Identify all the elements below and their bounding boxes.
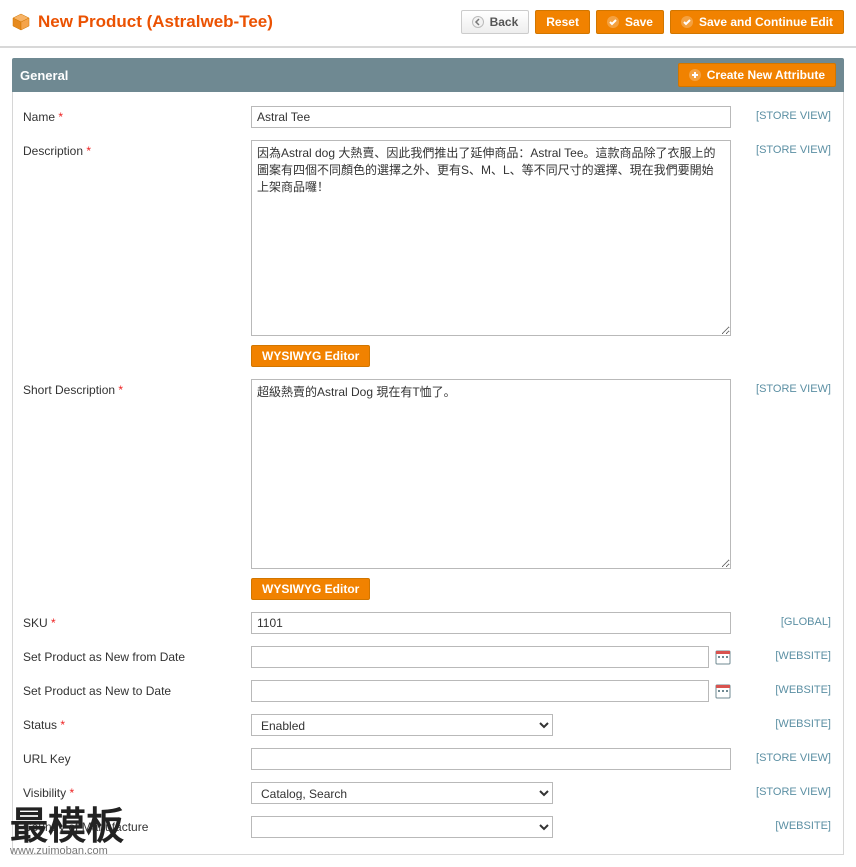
content-area: General Create New Attribute Name * [STO… (0, 58, 856, 867)
scope-country-mfr: [WEBSITE] (731, 816, 833, 832)
save-button-label: Save (625, 15, 653, 29)
label-url-key: URL Key (23, 748, 251, 766)
create-attribute-button[interactable]: Create New Attribute (678, 63, 836, 87)
product-cube-icon (12, 13, 30, 31)
create-attribute-label: Create New Attribute (707, 68, 825, 82)
back-arrow-icon (472, 16, 484, 28)
page-title-wrap: New Product (Astralweb-Tee) (12, 12, 273, 32)
row-name: Name * [STORE VIEW] (23, 106, 833, 128)
header-button-row: Back Reset Save Save and Continue Edit (461, 10, 844, 34)
check-icon (607, 16, 619, 28)
label-country-mfr: Country of Manufacture (23, 816, 251, 834)
wysiwyg-editor-button-description[interactable]: WYSIWYG Editor (251, 345, 370, 367)
label-visibility: Visibility * (23, 782, 251, 800)
description-textarea[interactable] (251, 140, 731, 336)
scope-url-key: [STORE VIEW] (731, 748, 833, 764)
row-visibility: Visibility * Catalog, Search [STORE VIEW… (23, 782, 833, 804)
name-input[interactable] (251, 106, 731, 128)
reset-button[interactable]: Reset (535, 10, 590, 34)
country-mfr-select[interactable] (251, 816, 553, 838)
row-status: Status * Enabled [WEBSITE] (23, 714, 833, 736)
label-description: Description * (23, 140, 251, 158)
wysiwyg-editor-button-short-description[interactable]: WYSIWYG Editor (251, 578, 370, 600)
save-continue-button-label: Save and Continue Edit (699, 15, 833, 29)
new-to-date-input[interactable] (251, 680, 709, 702)
check-icon (681, 16, 693, 28)
calendar-icon[interactable] (715, 649, 731, 665)
row-new-from: Set Product as New from Date [WEBSITE] (23, 646, 833, 668)
form-container: Name * [STORE VIEW] Description * WYSIWY… (12, 92, 844, 855)
sku-input[interactable] (251, 612, 731, 634)
short-description-textarea[interactable] (251, 379, 731, 569)
back-button-label: Back (490, 15, 519, 29)
row-new-to: Set Product as New to Date [WEBSITE] (23, 680, 833, 702)
section-header: General Create New Attribute (12, 58, 844, 92)
page-title-text: New Product (Astralweb-Tee) (38, 12, 273, 32)
label-new-from: Set Product as New from Date (23, 646, 251, 664)
scope-description: [STORE VIEW] (731, 140, 833, 156)
scope-new-to: [WEBSITE] (731, 680, 833, 696)
row-short-description: Short Description * WYSIWYG Editor [STOR… (23, 379, 833, 600)
section-title: General (20, 68, 68, 83)
scope-name: [STORE VIEW] (731, 106, 833, 122)
row-country-mfr: Country of Manufacture [WEBSITE] (23, 816, 833, 838)
scope-sku: [GLOBAL] (731, 612, 833, 628)
label-status: Status * (23, 714, 251, 732)
scope-visibility: [STORE VIEW] (731, 782, 833, 798)
reset-button-label: Reset (546, 15, 579, 29)
label-name: Name * (23, 106, 251, 124)
scope-short-description: [STORE VIEW] (731, 379, 833, 395)
new-from-date-input[interactable] (251, 646, 709, 668)
save-continue-button[interactable]: Save and Continue Edit (670, 10, 844, 34)
plus-icon (689, 69, 701, 81)
save-button[interactable]: Save (596, 10, 664, 34)
visibility-select[interactable]: Catalog, Search (251, 782, 553, 804)
label-short-description: Short Description * (23, 379, 251, 397)
scope-status: [WEBSITE] (731, 714, 833, 730)
back-button[interactable]: Back (461, 10, 530, 34)
label-new-to: Set Product as New to Date (23, 680, 251, 698)
row-description: Description * WYSIWYG Editor [STORE VIEW… (23, 140, 833, 367)
status-select[interactable]: Enabled (251, 714, 553, 736)
calendar-icon[interactable] (715, 683, 731, 699)
label-sku: SKU * (23, 612, 251, 630)
page-header: New Product (Astralweb-Tee) Back Reset S… (0, 0, 856, 48)
scope-new-from: [WEBSITE] (731, 646, 833, 662)
row-sku: SKU * [GLOBAL] (23, 612, 833, 634)
row-url-key: URL Key [STORE VIEW] (23, 748, 833, 770)
url-key-input[interactable] (251, 748, 731, 770)
